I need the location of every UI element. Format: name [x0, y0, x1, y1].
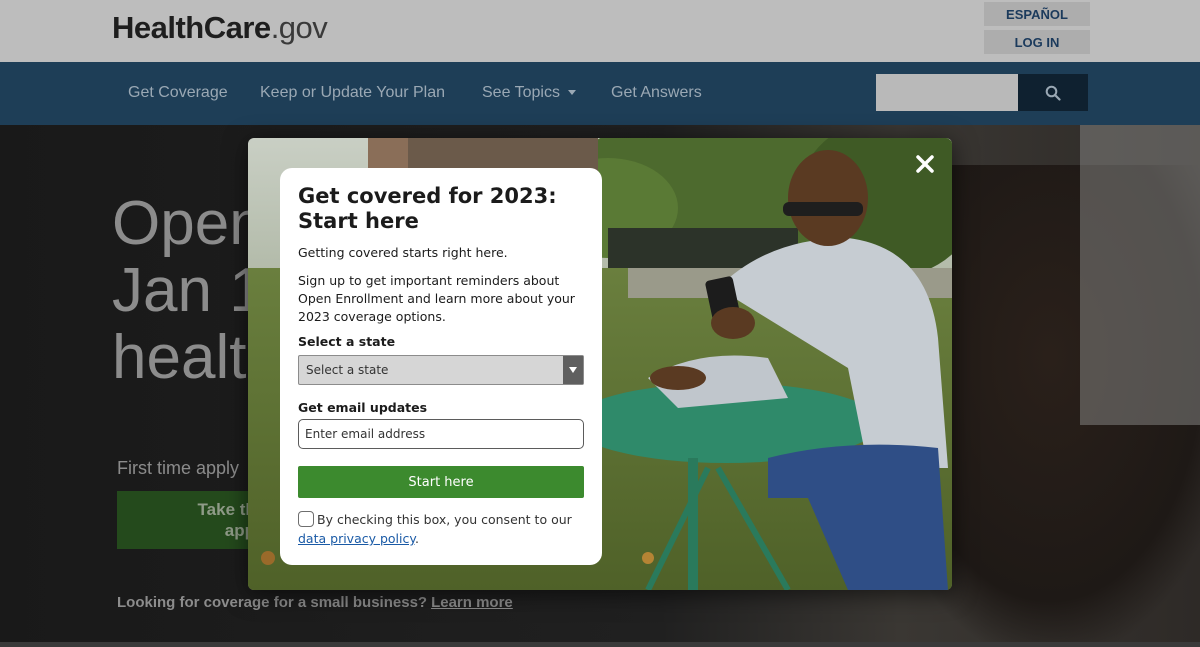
- modal-description: Sign up to get important reminders about…: [298, 273, 575, 324]
- state-select-label: Select a state: [298, 334, 396, 349]
- login-button[interactable]: LOG IN: [984, 30, 1090, 54]
- nav-item-keep-or-update-plan[interactable]: Keep or Update Your Plan: [260, 84, 445, 102]
- hero-background-window: [1080, 125, 1200, 425]
- state-select-value: Select a state: [306, 363, 389, 377]
- search-button[interactable]: [1018, 74, 1088, 111]
- consent-row: By checking this box, you consent to our…: [298, 510, 584, 548]
- search-input[interactable]: [876, 74, 1018, 111]
- site-header: HealthCare.gov ESPAÑOL LOG IN: [0, 0, 1200, 62]
- page-bottom-strip: [0, 642, 1200, 647]
- start-here-button[interactable]: Start here: [298, 466, 584, 498]
- logo-main-text: HealthCare: [112, 10, 271, 45]
- logo-suffix-text: .gov: [270, 10, 328, 45]
- nav-item-see-topics[interactable]: See Topics: [482, 84, 576, 102]
- learn-more-link[interactable]: Learn more: [431, 594, 513, 611]
- enrollment-modal: Get covered for 2023: Start here Getting…: [248, 138, 952, 590]
- consent-period: .: [415, 531, 419, 546]
- email-updates-label: Get email updates: [298, 400, 428, 415]
- state-select[interactable]: Select a state: [298, 355, 584, 385]
- email-input[interactable]: [298, 419, 584, 449]
- healthcare-gov-logo[interactable]: HealthCare.gov: [112, 10, 328, 46]
- modal-title: Get covered for 2023: Start here: [298, 184, 557, 233]
- nav-item-see-topics-label: See Topics: [482, 84, 560, 101]
- small-business-text: Looking for coverage for a small busines…: [117, 594, 513, 611]
- modal-intro: Getting covered starts right here.: [298, 245, 508, 260]
- espanol-button[interactable]: ESPAÑOL: [984, 2, 1090, 26]
- dropdown-arrow-icon: [563, 356, 583, 384]
- small-business-label: Looking for coverage for a small busines…: [117, 594, 428, 611]
- data-privacy-policy-link[interactable]: data privacy policy: [298, 531, 415, 546]
- close-modal-button[interactable]: [913, 152, 937, 176]
- search-icon: [1045, 85, 1061, 101]
- signup-card: Get covered for 2023: Start here Getting…: [280, 168, 602, 565]
- nav-item-get-answers[interactable]: Get Answers: [611, 84, 702, 102]
- consent-checkbox[interactable]: [298, 511, 314, 527]
- close-icon: [916, 155, 934, 173]
- nav-item-get-coverage[interactable]: Get Coverage: [128, 84, 228, 102]
- consent-text: By checking this box, you consent to our: [317, 512, 572, 527]
- hero-first-time-text: First time apply: [117, 458, 240, 478]
- chevron-down-icon: [567, 90, 576, 96]
